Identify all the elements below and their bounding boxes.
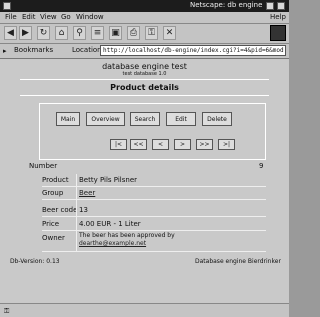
number-label: Number bbox=[29, 162, 58, 170]
product-value: Betty Pils Pilsner bbox=[79, 176, 138, 184]
section-heading: Product details bbox=[110, 83, 179, 92]
security-icon[interactable]: ⚿ bbox=[145, 26, 158, 40]
owner-email-link[interactable]: dearthe@example.net bbox=[79, 240, 146, 247]
main-button[interactable]: Main bbox=[56, 112, 80, 126]
status-bar: ⚿ bbox=[0, 303, 289, 317]
page-content: database engine test test database 1.0 P… bbox=[0, 59, 289, 303]
number-value: 9 bbox=[259, 162, 264, 170]
nav-last-button[interactable]: >| bbox=[218, 139, 235, 150]
minimize-icon[interactable] bbox=[266, 2, 274, 10]
divider bbox=[20, 79, 269, 80]
menu-help[interactable]: Help bbox=[270, 13, 286, 21]
menu-file[interactable]: File bbox=[5, 13, 17, 21]
home-icon[interactable]: ⌂ bbox=[55, 26, 68, 40]
back-icon[interactable]: ◀ bbox=[4, 26, 17, 40]
delete-button[interactable]: Delete bbox=[202, 112, 232, 126]
group-label: Group bbox=[42, 189, 64, 197]
menu-edit[interactable]: Edit bbox=[22, 13, 36, 21]
location-bar: ▸ Bookmarks Location: http://localhost/d… bbox=[0, 44, 289, 59]
menu-view[interactable]: View bbox=[40, 13, 57, 21]
stop-icon[interactable]: ✕ bbox=[163, 26, 176, 40]
product-label: Product bbox=[42, 176, 69, 184]
edit-button[interactable]: Edit bbox=[166, 112, 196, 126]
owner-label: Owner bbox=[42, 234, 65, 242]
reload-icon[interactable]: ↻ bbox=[37, 26, 50, 40]
footer-credit: Database engine Bierdrinker bbox=[195, 258, 281, 265]
nav-prev-button[interactable]: < bbox=[152, 139, 169, 150]
close-icon[interactable] bbox=[277, 2, 285, 10]
nav-first-button[interactable]: |< bbox=[110, 139, 127, 150]
window-menu-icon[interactable] bbox=[3, 2, 11, 10]
menu-go[interactable]: Go bbox=[61, 13, 71, 21]
owner-value: The beer has been approved by bbox=[79, 232, 175, 239]
beer-code-value: 13 bbox=[79, 206, 88, 214]
nav-next-button[interactable]: > bbox=[174, 139, 191, 150]
column-separator bbox=[76, 174, 77, 251]
page-subtitle: test database 1.0 bbox=[122, 71, 167, 77]
nav-next-page-button[interactable]: >> bbox=[196, 139, 213, 150]
images-icon[interactable]: ▣ bbox=[109, 26, 122, 40]
price-label: Price bbox=[42, 220, 60, 228]
url-field[interactable]: http://localhost/db-engine/index.cgi?i=4… bbox=[100, 45, 286, 56]
search-button[interactable]: Search bbox=[130, 112, 160, 126]
divider bbox=[20, 95, 269, 96]
menu-bar: File Edit View Go Window Help bbox=[0, 12, 289, 24]
overview-button[interactable]: Overview bbox=[86, 112, 125, 126]
price-value: 4.00 EUR - 1 Liter bbox=[79, 220, 141, 228]
security-lock-icon: ⚿ bbox=[4, 307, 10, 315]
bookmark-icon[interactable]: ▸ bbox=[3, 47, 7, 55]
page-title: database engine test bbox=[102, 62, 187, 71]
navigation-toolbar: ◀ ▶ ↻ ⌂ ⚲ ≡ ▣ ⎙ ⚿ ✕ bbox=[0, 24, 289, 44]
menu-window[interactable]: Window bbox=[76, 13, 104, 21]
print-icon[interactable]: ⎙ bbox=[127, 26, 140, 40]
group-link[interactable]: Beer bbox=[79, 189, 95, 197]
search-icon[interactable]: ⚲ bbox=[73, 26, 86, 40]
window-title: Netscape: db engine bbox=[190, 1, 263, 9]
browser-title-bar: Netscape: db engine bbox=[0, 0, 289, 12]
beer-code-label: Beer code bbox=[42, 206, 78, 214]
netscape-logo-icon bbox=[270, 25, 286, 41]
guide-icon[interactable]: ≡ bbox=[91, 26, 104, 40]
bookmarks-button[interactable]: Bookmarks bbox=[14, 46, 53, 54]
nav-prev-page-button[interactable]: << bbox=[130, 139, 147, 150]
footer-version: Db-Version: 0.13 bbox=[10, 258, 60, 265]
forward-icon[interactable]: ▶ bbox=[19, 26, 32, 40]
